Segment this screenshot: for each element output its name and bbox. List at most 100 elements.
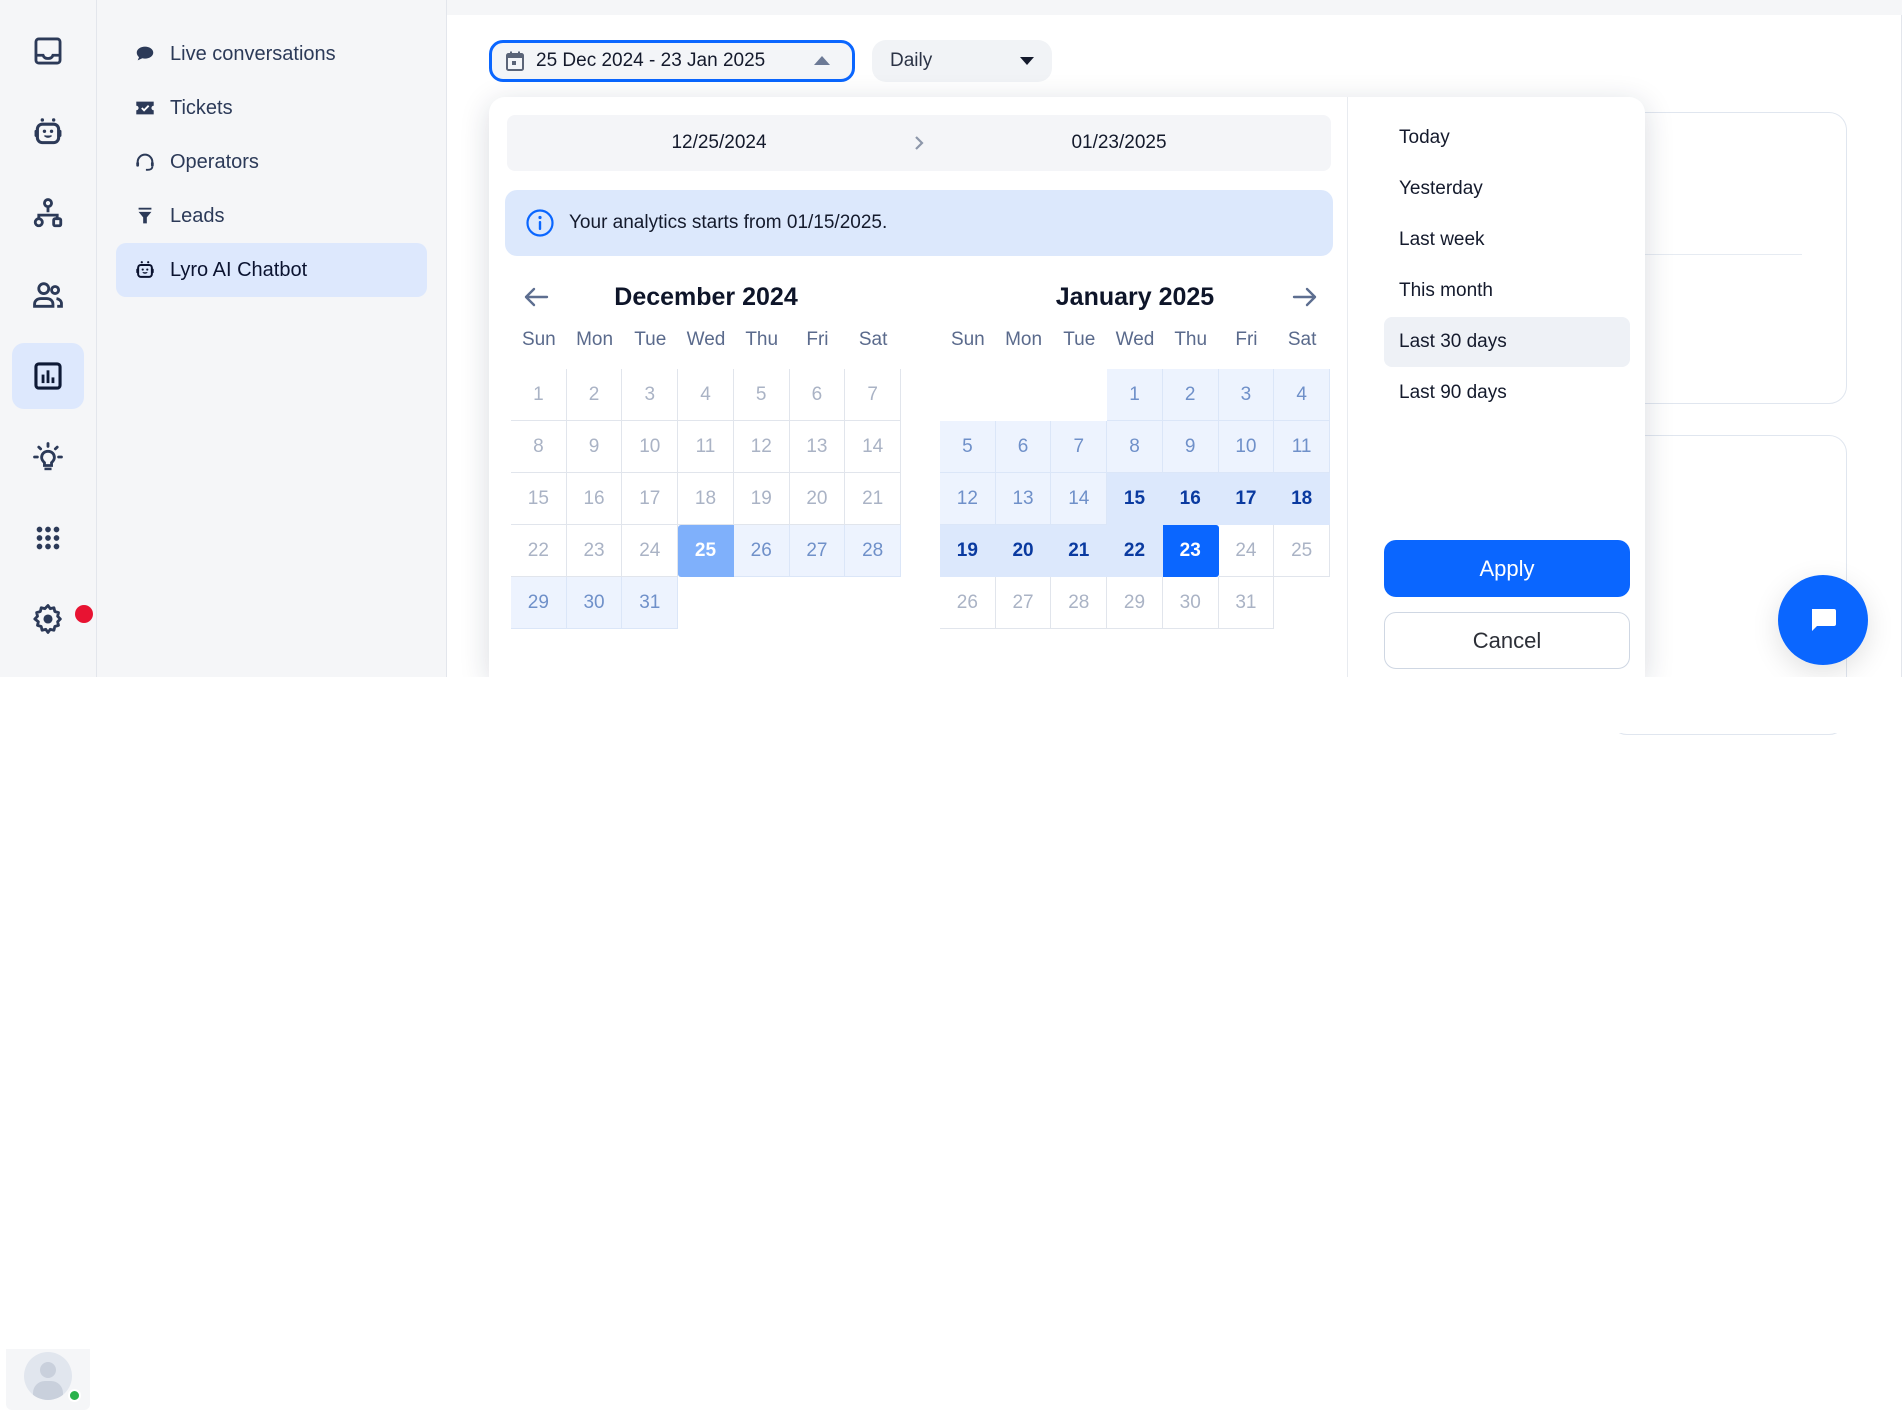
calendar-day-in-range[interactable]: 30 [566, 577, 623, 629]
calendar-day-range-end[interactable]: 23 [1162, 525, 1219, 577]
calendar-day-in-range[interactable]: 1 [1107, 369, 1163, 421]
calendar-day-range-start[interactable]: 25 [678, 525, 734, 577]
calendar-day[interactable]: 8 [511, 421, 567, 473]
calendar-day[interactable]: 27 [995, 577, 1052, 629]
calendar-day-in-range[interactable]: 7 [1051, 421, 1108, 473]
calendar-day[interactable]: 15 [511, 473, 567, 525]
preset-yesterday[interactable]: Yesterday [1384, 164, 1630, 214]
calendar-day[interactable]: 28 [1051, 577, 1108, 629]
calendar-day[interactable]: 24 [622, 525, 679, 577]
rail-settings-button[interactable] [12, 586, 84, 652]
arrow-right-icon[interactable] [1292, 285, 1318, 309]
calendar-day-in-range[interactable]: 20 [995, 525, 1052, 577]
calendar-day-in-range[interactable]: 2 [1162, 369, 1219, 421]
calendar-day-in-range[interactable]: 6 [995, 421, 1052, 473]
subnav-item-operators[interactable]: Operators [116, 135, 427, 189]
calendar-day-in-range[interactable]: 10 [1218, 421, 1275, 473]
preset-last-30-days[interactable]: Last 30 days [1384, 317, 1630, 367]
weekday-label: Sun [950, 329, 985, 350]
calendar-day-in-range[interactable]: 28 [845, 525, 901, 577]
subnav-item-tickets[interactable]: Tickets [116, 81, 427, 135]
calendar-day[interactable]: 17 [622, 473, 679, 525]
calendar-day[interactable]: 19 [733, 473, 790, 525]
calendar-day[interactable]: 6 [789, 369, 846, 421]
calendar-day[interactable]: 9 [566, 421, 623, 473]
calendar-day[interactable]: 24 [1218, 525, 1275, 577]
calendar-day-in-range[interactable]: 14 [1051, 473, 1108, 525]
calendar-day-in-range[interactable]: 4 [1274, 369, 1330, 421]
info-message: Your analytics starts from 01/15/2025. [569, 212, 888, 233]
calendar-day[interactable]: 13 [789, 421, 846, 473]
calendar-day[interactable]: 25 [1274, 525, 1330, 577]
calendar-day[interactable]: 31 [1218, 577, 1275, 629]
apply-button[interactable]: Apply [1384, 540, 1630, 597]
calendar-day[interactable]: 2 [566, 369, 623, 421]
calendar-day[interactable]: 16 [566, 473, 623, 525]
rail-flows-button[interactable] [12, 180, 84, 246]
rail-analytics-button[interactable] [12, 343, 84, 409]
interval-select[interactable]: Daily [872, 40, 1052, 82]
preset-this-month[interactable]: This month [1384, 266, 1630, 316]
cancel-button[interactable]: Cancel [1384, 612, 1630, 669]
calendar-day-in-range[interactable]: 17 [1218, 473, 1275, 525]
calendar-day[interactable]: 3 [622, 369, 679, 421]
subnav-item-label: Live conversations [170, 42, 336, 65]
calendar-day-in-range[interactable]: 12 [940, 473, 996, 525]
calendar-day-in-range[interactable]: 27 [789, 525, 846, 577]
preset-last-90-days[interactable]: Last 90 days [1384, 368, 1630, 418]
calendar-day[interactable]: 10 [622, 421, 679, 473]
subnav-item-lyro-ai-chatbot[interactable]: Lyro AI Chatbot [116, 243, 427, 297]
calendar-day[interactable]: 22 [511, 525, 567, 577]
calendar-day[interactable]: 23 [566, 525, 623, 577]
icon-rail [0, 0, 97, 677]
chat-widget-button[interactable] [1778, 575, 1868, 665]
calendar-day[interactable]: 20 [789, 473, 846, 525]
date-range-picker-toggle[interactable]: 25 Dec 2024 - 23 Jan 2025 [489, 40, 855, 82]
calendar-day-in-range[interactable]: 11 [1274, 421, 1330, 473]
calendar-day-in-range[interactable]: 26 [733, 525, 790, 577]
preset-today[interactable]: Today [1384, 113, 1630, 163]
calendar-day-in-range[interactable]: 21 [1051, 525, 1108, 577]
calendar-day[interactable]: 4 [678, 369, 734, 421]
calendar-day-in-range[interactable]: 3 [1218, 369, 1275, 421]
calendar-day-in-range[interactable]: 19 [940, 525, 996, 577]
lightbulb-icon [33, 442, 63, 471]
calendar-day-in-range[interactable]: 5 [940, 421, 996, 473]
calendar-day[interactable]: 5 [733, 369, 790, 421]
weekday-header: Sun Mon Tue Wed Thu Fri Sat [511, 329, 901, 351]
rail-ideas-button[interactable] [12, 424, 84, 490]
calendar-day-in-range[interactable]: 9 [1162, 421, 1219, 473]
rail-bot-button[interactable] [12, 99, 84, 165]
weekday-label: Fri [1235, 329, 1258, 350]
calendar-day[interactable]: 14 [845, 421, 901, 473]
date-range-value: 25 Dec 2024 - 23 Jan 2025 [536, 50, 766, 71]
calendar-day[interactable]: 18 [678, 473, 734, 525]
calendar-day[interactable]: 26 [940, 577, 996, 629]
preset-last-week[interactable]: Last week [1384, 215, 1630, 265]
rail-inbox-button[interactable] [12, 18, 84, 84]
user-avatar-button[interactable] [6, 1349, 90, 1410]
calendar-day[interactable]: 30 [1162, 577, 1219, 629]
calendar-day[interactable]: 11 [678, 421, 734, 473]
end-date-input[interactable]: 01/23/2025 [907, 115, 1331, 171]
calendar-day[interactable]: 7 [845, 369, 901, 421]
calendar-day-in-range[interactable]: 16 [1162, 473, 1219, 525]
calendar-day-in-range[interactable]: 22 [1107, 525, 1163, 577]
rail-apps-button[interactable] [12, 505, 84, 571]
calendar-day-in-range[interactable]: 15 [1107, 473, 1163, 525]
weekday-label: Sun [521, 329, 556, 350]
calendar-day[interactable]: 29 [1107, 577, 1163, 629]
calendar-day-in-range[interactable]: 8 [1107, 421, 1163, 473]
calendar-day-in-range[interactable]: 29 [511, 577, 567, 629]
calendar-day-in-range[interactable]: 18 [1274, 473, 1330, 525]
contacts-icon [33, 282, 63, 308]
calendar-day-in-range[interactable]: 13 [995, 473, 1052, 525]
calendar-day-in-range[interactable]: 31 [622, 577, 679, 629]
calendar-day[interactable]: 12 [733, 421, 790, 473]
subnav-item-live-conversations[interactable]: Live conversations [116, 27, 427, 81]
subnav-item-leads[interactable]: Leads [116, 189, 427, 243]
start-date-input[interactable]: 12/25/2024 [507, 115, 931, 171]
calendar-day[interactable]: 21 [845, 473, 901, 525]
calendar-day[interactable]: 1 [511, 369, 567, 421]
rail-contacts-button[interactable] [12, 262, 84, 328]
